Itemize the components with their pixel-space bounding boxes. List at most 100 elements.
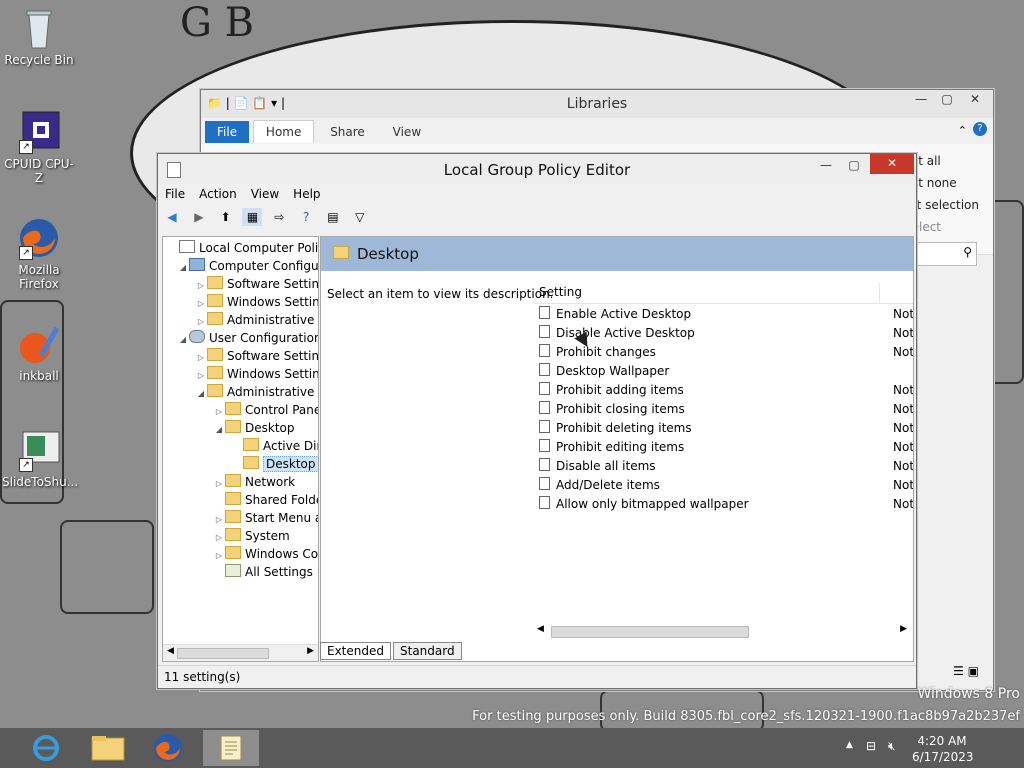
desktop-icon-cpu-z[interactable]: ↗ CPUID CPU-Z <box>2 110 76 185</box>
desktop-icon-recycle-bin[interactable]: Recycle Bin <box>2 6 76 67</box>
large-icons-view-icon[interactable]: ▣ <box>968 664 979 678</box>
policy-setting-row[interactable]: Disable all items Not <box>539 457 913 476</box>
tab-share[interactable]: Share <box>318 121 377 143</box>
export-list-icon[interactable]: ⇨ <box>269 208 289 226</box>
column-header-setting[interactable]: Setting <box>539 285 582 299</box>
policy-setting-row[interactable]: Add/Delete items Not <box>539 476 913 495</box>
expand-arrow-icon[interactable]: ▷ <box>195 367 207 385</box>
tree-node[interactable]: Local Computer Policy <box>167 239 318 257</box>
gpe-titlebar[interactable]: Local Group Policy Editor — ▢ ✕ <box>158 154 916 184</box>
group-policy-editor-window[interactable]: Local Group Policy Editor — ▢ ✕ File Acti… <box>157 153 917 689</box>
tab-file[interactable]: File <box>205 121 250 143</box>
tree-node[interactable]: ▷ Control Panel <box>213 401 318 421</box>
expand-arrow-icon[interactable]: ▷ <box>213 529 225 547</box>
desktop-icon-slidetoshutdown[interactable]: ↗ SlideToShu... <box>2 428 78 489</box>
invert-selection-button[interactable]: rt selection <box>912 194 979 216</box>
policy-setting-row[interactable]: Prohibit deleting items Not <box>539 419 913 438</box>
select-all-button[interactable]: ct all <box>912 150 979 172</box>
tree-node[interactable]: Desktop <box>231 455 318 473</box>
tree-node[interactable]: ◢ Desktop <box>213 419 295 437</box>
tree-node[interactable]: ▷ Windows Setting <box>195 365 318 385</box>
menu-action[interactable]: Action <box>192 184 244 204</box>
expand-arrow-icon[interactable]: ▷ <box>213 403 225 421</box>
properties-icon[interactable]: ▤ <box>323 208 343 226</box>
scroll-right-icon[interactable]: ▶ <box>900 624 907 634</box>
taskbar-firefox[interactable] <box>140 730 196 766</box>
scroll-right-icon[interactable]: ▶ <box>307 646 314 656</box>
tree-node[interactable]: All Settings <box>213 563 313 581</box>
desktop-icon-firefox[interactable]: ↗ Mozilla Firefox <box>2 216 76 291</box>
tree-horizontal-scrollbar[interactable]: ◀ ▶ <box>163 644 318 661</box>
help-icon[interactable]: ? <box>296 208 316 226</box>
view-toggle[interactable]: ☰ ▣ <box>953 664 979 678</box>
collapse-arrow-icon[interactable]: ◢ <box>195 385 207 403</box>
show-hide-tree-icon[interactable]: ▦ <box>242 208 263 226</box>
column-divider[interactable] <box>879 283 880 303</box>
collapse-arrow-icon[interactable]: ◢ <box>177 331 189 349</box>
expand-arrow-icon[interactable]: ▷ <box>213 511 225 529</box>
tab-standard[interactable]: Standard <box>393 642 462 660</box>
policy-tree[interactable]: All Settings ▷ Windows Cor ▷ System ▷ Start Me… <box>162 236 319 662</box>
close-button[interactable]: ✕ <box>961 90 989 110</box>
expand-arrow-icon[interactable]: ▷ <box>195 277 207 295</box>
tree-node[interactable]: ▷ System <box>213 527 290 545</box>
clock[interactable]: 4:20 AM 6/17/2023 <box>912 733 974 765</box>
expand-arrow-icon[interactable]: ▷ <box>213 547 225 565</box>
back-icon[interactable]: ◀ <box>162 208 182 226</box>
menu-view[interactable]: View <box>244 184 286 204</box>
policy-setting-row[interactable]: Prohibit adding items Not <box>539 381 913 400</box>
tab-extended[interactable]: Extended <box>320 642 391 660</box>
policy-setting-row[interactable]: Desktop Wallpaper <box>539 362 913 381</box>
taskbar-internet-explorer[interactable] <box>20 730 76 766</box>
tree-node[interactable]: Active Dir <box>231 437 318 455</box>
tree-node[interactable]: ◢ Administrative Te <box>195 383 318 403</box>
collapse-ribbon-icon[interactable]: ⌃ <box>958 124 967 137</box>
scroll-thumb[interactable] <box>177 648 269 659</box>
tree-node[interactable]: Shared Folder <box>213 491 318 509</box>
help-icon[interactable]: ? <box>973 122 987 136</box>
scroll-thumb[interactable] <box>551 626 749 638</box>
tab-view[interactable]: View <box>381 121 433 143</box>
taskbar-group-policy[interactable] <box>203 730 259 766</box>
tree-node[interactable]: ▷ Administrative Te <box>195 311 318 331</box>
policy-setting-row[interactable]: Prohibit closing items Not <box>539 400 913 419</box>
expand-arrow-icon[interactable]: ▷ <box>195 295 207 313</box>
policy-setting-row[interactable]: Prohibit changes Not <box>539 343 913 362</box>
tree-node[interactable]: ▷ Network <box>213 473 295 491</box>
details-view-icon[interactable]: ☰ <box>953 664 964 678</box>
policy-setting-row[interactable]: Disable Active Desktop Not <box>539 324 913 343</box>
maximize-button[interactable]: ▢ <box>933 90 961 110</box>
up-folder-icon[interactable]: ⬆ <box>216 208 236 226</box>
scroll-left-icon[interactable]: ◀ <box>167 646 174 656</box>
forward-icon[interactable]: ▶ <box>189 208 209 226</box>
policy-setting-row[interactable]: Prohibit editing items Not <box>539 438 913 457</box>
tree-node[interactable]: ◢ User Configuration <box>177 329 318 349</box>
tree-node[interactable]: ▷ Windows Cor <box>213 545 318 565</box>
expand-arrow-icon[interactable]: ▷ <box>213 475 225 493</box>
expand-arrow-icon[interactable]: ▷ <box>195 349 207 367</box>
policy-setting-row[interactable]: Enable Active Desktop Not <box>539 305 913 324</box>
minimize-button[interactable]: — <box>812 156 840 176</box>
taskbar-file-explorer[interactable] <box>80 730 136 766</box>
desktop-icon-inkball[interactable]: inkball <box>2 322 76 383</box>
close-button[interactable]: ✕ <box>870 154 914 174</box>
scroll-left-icon[interactable]: ◀ <box>537 624 544 634</box>
tree-node[interactable]: ▷ Start Menu ar <box>213 509 318 529</box>
list-horizontal-scrollbar[interactable]: ◀ ▶ <box>535 623 909 639</box>
maximize-button[interactable]: ▢ <box>840 156 868 176</box>
tree-node[interactable]: ◢ Computer Configura <box>177 257 318 275</box>
search-input[interactable]: ⚲ <box>915 242 977 266</box>
network-icon[interactable]: ⊟ <box>866 739 876 753</box>
menu-file[interactable]: File <box>158 184 192 204</box>
tree-node[interactable]: ▷ Software Settings <box>195 347 318 367</box>
tree-node[interactable]: ▷ Windows Setting <box>195 293 318 313</box>
select-none-button[interactable]: ct none <box>912 172 979 194</box>
volume-muted-icon[interactable]: 🔇︎ <box>888 739 896 754</box>
menu-help[interactable]: Help <box>286 184 327 204</box>
collapse-arrow-icon[interactable]: ◢ <box>213 421 225 439</box>
minimize-button[interactable]: — <box>907 90 935 110</box>
expand-arrow-icon[interactable]: ▷ <box>195 313 207 331</box>
libraries-titlebar[interactable]: 📁 | 📄 📋 ▾ | Libraries — ▢ ✕ <box>201 90 993 118</box>
show-hidden-icons-icon[interactable]: ▲ <box>846 740 853 750</box>
tree-node[interactable]: ▷ Software Settings <box>195 275 318 295</box>
